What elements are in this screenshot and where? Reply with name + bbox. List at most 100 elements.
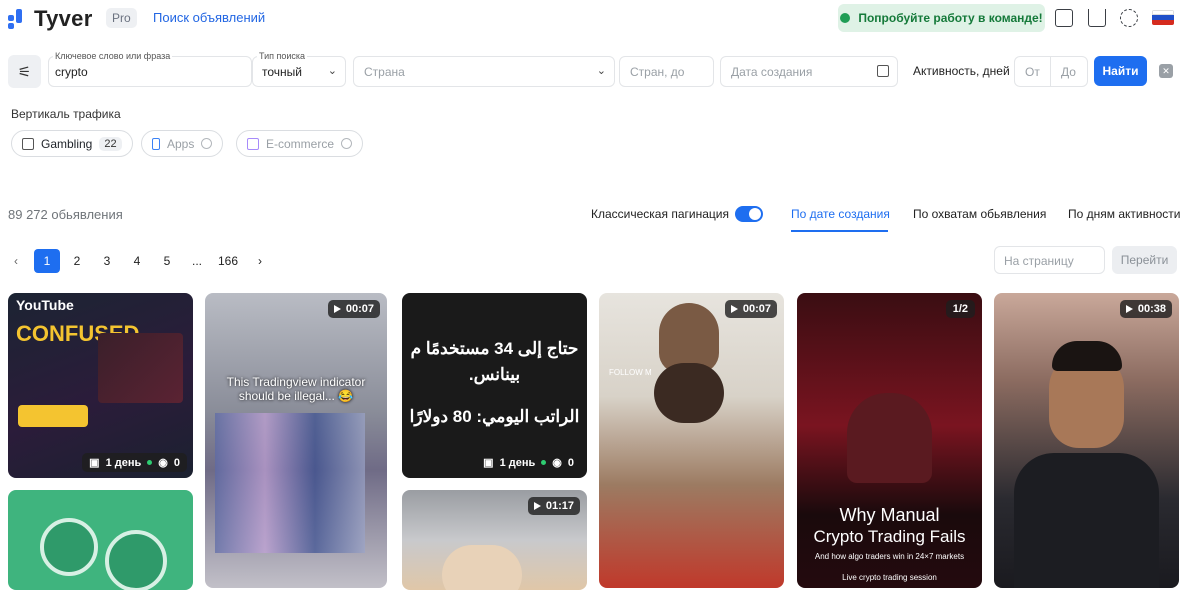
ad-card[interactable]: 01:17 bbox=[402, 490, 587, 590]
keyword-label: Ключевое слово или фраза bbox=[53, 51, 173, 61]
sort-by-activity-days[interactable]: По дням активности bbox=[1068, 207, 1180, 221]
page-ellipsis: ... bbox=[191, 254, 202, 268]
gear-icon[interactable] bbox=[1120, 9, 1138, 27]
ad-card[interactable]: 1/2 Why Manual Crypto Trading Fails And … bbox=[797, 293, 982, 588]
per-page-input[interactable]: На страницу bbox=[994, 246, 1105, 274]
ad-card-days: 1 день bbox=[499, 456, 536, 469]
duration-value: 00:38 bbox=[1137, 303, 1166, 315]
ad-card-meta: ▣ 1 день ◉ 0 bbox=[82, 453, 187, 472]
ad-card-image bbox=[98, 333, 183, 403]
ad-card-image bbox=[215, 413, 365, 553]
filter-settings-button[interactable]: ⚟ bbox=[8, 55, 41, 88]
chip-gambling-label: Gambling bbox=[41, 136, 93, 151]
phone-icon bbox=[152, 137, 160, 150]
date-created-field[interactable]: Дата создания bbox=[720, 56, 898, 87]
ad-card[interactable]: 00:38 bbox=[994, 293, 1179, 588]
duration-value: 00:07 bbox=[742, 303, 771, 315]
duration-badge: 00:38 bbox=[1119, 300, 1172, 318]
search-type-label: Тип поиска bbox=[257, 51, 308, 61]
download-icon[interactable] bbox=[1088, 9, 1106, 27]
duration-value: 01:17 bbox=[545, 500, 574, 512]
tether-coin-icon bbox=[105, 530, 167, 590]
keyword-field[interactable]: Ключевое слово или фраза crypto bbox=[48, 51, 252, 87]
russia-flag-icon[interactable] bbox=[1152, 10, 1174, 25]
active-dot bbox=[147, 460, 153, 465]
country-placeholder: Страна bbox=[364, 65, 405, 79]
prev-page-icon[interactable]: ‹ bbox=[4, 249, 28, 273]
next-page-icon[interactable]: › bbox=[248, 249, 272, 273]
ad-card-caption: This Tradingview indicator should be ill… bbox=[226, 375, 366, 403]
slot-machine-icon bbox=[22, 137, 34, 150]
ad-card[interactable]: 00:07 This Tradingview indicator should … bbox=[205, 293, 387, 588]
copy-icon[interactable] bbox=[1055, 9, 1073, 27]
logo-mark-icon bbox=[8, 9, 28, 29]
sort-by-reach[interactable]: По охватам обьявления bbox=[913, 207, 1046, 221]
activity-from-field[interactable]: От bbox=[1014, 56, 1051, 87]
keyword-value: crypto bbox=[55, 65, 88, 79]
carousel-badge: 1/2 bbox=[945, 300, 975, 318]
ad-card[interactable] bbox=[8, 490, 193, 590]
team-trial-button[interactable]: Попробуйте работу в команде! bbox=[838, 4, 1045, 32]
ad-card-image bbox=[654, 363, 724, 423]
goto-page-button[interactable]: Перейти bbox=[1112, 246, 1177, 274]
ad-card-subtitle: And how algo traders win in 24×7 markets bbox=[814, 552, 965, 561]
chip-ecommerce[interactable]: E-commerce bbox=[236, 130, 364, 157]
search-type-select[interactable]: Тип поиска точный ⌄ bbox=[252, 51, 346, 87]
page-4[interactable]: 4 bbox=[125, 249, 149, 273]
chevron-down-icon: ⌄ bbox=[327, 65, 337, 77]
nav-search-ads-link[interactable]: Поиск объявлений bbox=[153, 10, 265, 25]
activity-to-field[interactable]: До bbox=[1050, 56, 1088, 87]
page-1[interactable]: 1 bbox=[34, 249, 60, 273]
ad-card-banner bbox=[18, 405, 88, 427]
page-3[interactable]: 3 bbox=[95, 249, 119, 273]
active-dot bbox=[541, 460, 547, 465]
duration-badge: 01:17 bbox=[527, 497, 580, 515]
activity-days-label: Активность, дней bbox=[913, 64, 1010, 78]
page-166[interactable]: 166 bbox=[216, 249, 240, 273]
logo-text: Tyver bbox=[34, 6, 93, 31]
ad-card-views: 0 bbox=[567, 456, 574, 469]
shop-icon bbox=[247, 137, 259, 150]
ad-card-title: Crypto Trading Fails bbox=[813, 527, 966, 546]
play-icon bbox=[533, 502, 541, 510]
country-select[interactable]: Страна ⌄ bbox=[353, 56, 615, 87]
ad-card-image bbox=[847, 393, 932, 483]
ad-card-text: بينانس. bbox=[468, 365, 521, 384]
page-2[interactable]: 2 bbox=[65, 249, 89, 273]
sort-by-date[interactable]: По дате создания bbox=[791, 207, 890, 221]
clear-filters-icon[interactable]: ✕ bbox=[1159, 64, 1173, 78]
calendar-icon: ▣ bbox=[483, 457, 494, 469]
ad-card[interactable]: FOLLOW M 00:07 bbox=[599, 293, 784, 588]
ad-card[interactable]: حتاج إلى 34 مستخدمًا م بينانس. الراتب ال… bbox=[402, 293, 587, 478]
logo[interactable]: Tyver bbox=[8, 6, 93, 32]
duration-value: 00:07 bbox=[345, 303, 374, 315]
activity-to-placeholder: До bbox=[1061, 65, 1076, 79]
eye-icon: ◉ bbox=[158, 457, 168, 469]
chip-gambling-count: 22 bbox=[99, 136, 122, 151]
traffic-vertical-title: Вертикаль трафика bbox=[11, 107, 121, 121]
duration-badge: 00:07 bbox=[724, 300, 777, 318]
classic-pagination-label: Классическая пагинация bbox=[591, 207, 729, 221]
page-5[interactable]: 5 bbox=[155, 249, 179, 273]
ad-card[interactable]: YouTube CONFUSED ▣ 1 день ◉ 0 bbox=[8, 293, 193, 478]
chip-apps-label: Apps bbox=[167, 136, 195, 151]
play-icon bbox=[333, 305, 341, 313]
clock-icon bbox=[341, 138, 353, 149]
ad-card-image bbox=[442, 545, 522, 590]
team-trial-label: Попробуйте работу в команде! bbox=[858, 11, 1043, 25]
sort-active-underline bbox=[791, 230, 888, 232]
classic-pagination-toggle[interactable] bbox=[735, 206, 763, 222]
play-icon bbox=[730, 305, 738, 313]
chip-ecommerce-label: E-commerce bbox=[266, 136, 335, 151]
clock-icon bbox=[201, 138, 213, 149]
chip-apps[interactable]: Apps bbox=[141, 130, 224, 157]
search-type-value: точный bbox=[262, 65, 302, 79]
ad-card-meta: ▣ 1 день ◉ 0 bbox=[476, 453, 581, 472]
find-button[interactable]: Найти bbox=[1094, 56, 1147, 86]
ad-card-image bbox=[1014, 453, 1159, 588]
chip-gambling[interactable]: Gambling 22 bbox=[11, 130, 133, 157]
ad-card-views: 0 bbox=[173, 456, 180, 469]
countries-to-field[interactable]: Стран, до bbox=[619, 56, 714, 87]
ad-card-days: 1 день bbox=[105, 456, 142, 469]
ad-card-title: Why Manual bbox=[839, 505, 940, 525]
